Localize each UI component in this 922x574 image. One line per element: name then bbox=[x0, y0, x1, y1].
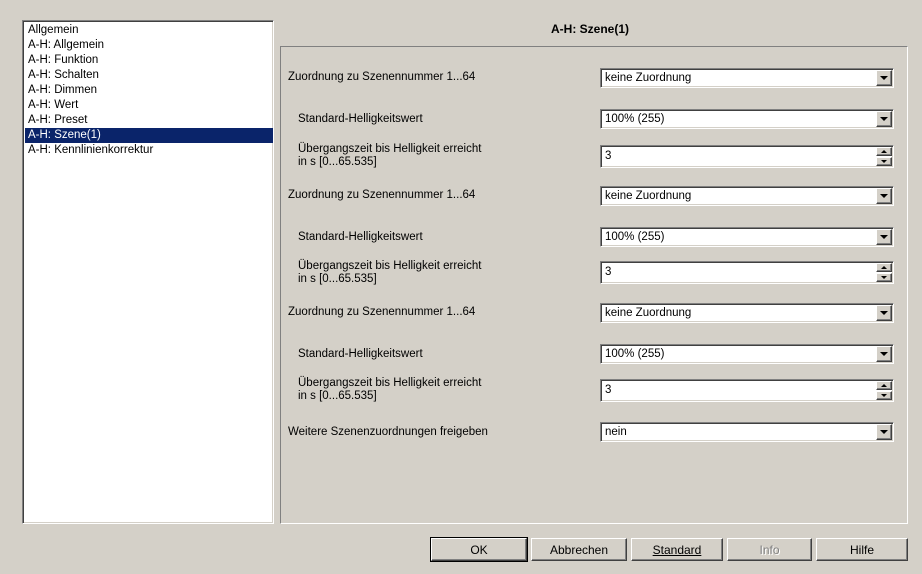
page-title: A-H: Szene(1) bbox=[550, 22, 629, 36]
select-value: keine Zuordnung bbox=[605, 307, 692, 319]
select-value: 100% (255) bbox=[605, 348, 665, 360]
scene-assignment-select-3[interactable]: keine Zuordnung bbox=[600, 303, 894, 323]
select-value: 100% (255) bbox=[605, 113, 665, 125]
more-scenes-select[interactable]: nein bbox=[600, 422, 894, 442]
tree-item-allgemein[interactable]: Allgemein bbox=[25, 23, 273, 38]
spin-up-icon[interactable] bbox=[876, 263, 892, 272]
param-label-scene-assignment-1: Zuordnung zu Szenennummer 1...64 bbox=[288, 71, 476, 83]
tree-item-ah-dimmen[interactable]: A-H: Dimmen bbox=[25, 83, 273, 98]
tree-item-ah-schalten[interactable]: A-H: Schalten bbox=[25, 68, 273, 83]
cancel-button-label: Abbrechen bbox=[549, 542, 609, 557]
chevron-down-icon[interactable] bbox=[876, 188, 892, 204]
spin-up-icon[interactable] bbox=[876, 147, 892, 156]
cancel-button[interactable]: Abbrechen bbox=[531, 538, 627, 561]
select-value: 100% (255) bbox=[605, 231, 665, 243]
brightness-select-1[interactable]: 100% (255) bbox=[600, 109, 894, 129]
help-button-label: Hilfe bbox=[849, 542, 874, 557]
param-label-transition-2: Übergangszeit bis Helligkeit erreicht in… bbox=[298, 260, 481, 286]
label-line-1: Übergangszeit bis Helligkeit erreicht bbox=[298, 143, 482, 155]
label-line-2: in s [0...65.535] bbox=[298, 273, 377, 285]
transition-time-spinner-1[interactable]: 3 bbox=[600, 145, 894, 168]
transition-time-spinner-2[interactable]: 3 bbox=[600, 261, 894, 284]
info-button-label: Info bbox=[759, 542, 780, 557]
label-line-2: in s [0...65.535] bbox=[298, 390, 377, 402]
ok-button-label: OK bbox=[470, 542, 488, 557]
select-value: nein bbox=[605, 426, 627, 438]
parameter-tree[interactable]: Allgemein A-H: Allgemein A-H: Funktion A… bbox=[22, 20, 274, 524]
standard-button-label: Standard bbox=[652, 542, 702, 557]
chevron-down-icon[interactable] bbox=[876, 424, 892, 440]
chevron-down-icon[interactable] bbox=[876, 111, 892, 127]
spinner-value: 3 bbox=[605, 384, 612, 396]
chevron-down-icon[interactable] bbox=[876, 305, 892, 321]
spin-down-icon[interactable] bbox=[876, 273, 892, 282]
transition-time-spinner-3[interactable]: 3 bbox=[600, 379, 894, 402]
chevron-down-icon[interactable] bbox=[876, 346, 892, 362]
brightness-select-3[interactable]: 100% (255) bbox=[600, 344, 894, 364]
standard-button[interactable]: Standard bbox=[631, 538, 723, 561]
tree-item-ah-szene1[interactable]: A-H: Szene(1) bbox=[25, 128, 273, 143]
chevron-down-icon[interactable] bbox=[876, 229, 892, 245]
scene-assignment-select-2[interactable]: keine Zuordnung bbox=[600, 186, 894, 206]
select-value: keine Zuordnung bbox=[605, 72, 692, 84]
chevron-down-icon[interactable] bbox=[876, 70, 892, 86]
ok-button[interactable]: OK bbox=[430, 537, 528, 562]
help-button[interactable]: Hilfe bbox=[816, 538, 908, 561]
param-label-more-scenes: Weitere Szenenzuordnungen freigeben bbox=[288, 426, 488, 438]
tree-item-ah-funktion[interactable]: A-H: Funktion bbox=[25, 53, 273, 68]
param-label-brightness-2: Standard-Helligkeitswert bbox=[298, 231, 423, 243]
tree-item-ah-wert[interactable]: A-H: Wert bbox=[25, 98, 273, 113]
param-label-scene-assignment-3: Zuordnung zu Szenennummer 1...64 bbox=[288, 306, 476, 318]
param-label-transition-3: Übergangszeit bis Helligkeit erreicht in… bbox=[298, 377, 481, 403]
spin-up-icon[interactable] bbox=[876, 381, 892, 390]
label-line-2: in s [0...65.535] bbox=[298, 156, 377, 168]
scene-assignment-select-1[interactable]: keine Zuordnung bbox=[600, 68, 894, 88]
spin-down-icon[interactable] bbox=[876, 391, 892, 400]
param-label-transition-1: Übergangszeit bis Helligkeit erreicht in… bbox=[298, 143, 481, 169]
brightness-select-2[interactable]: 100% (255) bbox=[600, 227, 894, 247]
spin-down-icon[interactable] bbox=[876, 157, 892, 166]
tree-item-ah-preset[interactable]: A-H: Preset bbox=[25, 113, 273, 128]
label-line-1: Übergangszeit bis Helligkeit erreicht bbox=[298, 260, 482, 272]
info-button[interactable]: Info bbox=[727, 538, 812, 561]
tree-item-ah-kennlinienkorrektur[interactable]: A-H: Kennlinienkorrektur bbox=[25, 143, 273, 158]
param-label-scene-assignment-2: Zuordnung zu Szenennummer 1...64 bbox=[288, 189, 476, 201]
tree-item-ah-allgemein[interactable]: A-H: Allgemein bbox=[25, 38, 273, 53]
select-value: keine Zuordnung bbox=[605, 190, 692, 202]
label-line-1: Übergangszeit bis Helligkeit erreicht bbox=[298, 377, 482, 389]
spinner-value: 3 bbox=[605, 266, 612, 278]
param-label-brightness-1: Standard-Helligkeitswert bbox=[298, 113, 423, 125]
param-label-brightness-3: Standard-Helligkeitswert bbox=[298, 348, 423, 360]
spinner-value: 3 bbox=[605, 150, 612, 162]
